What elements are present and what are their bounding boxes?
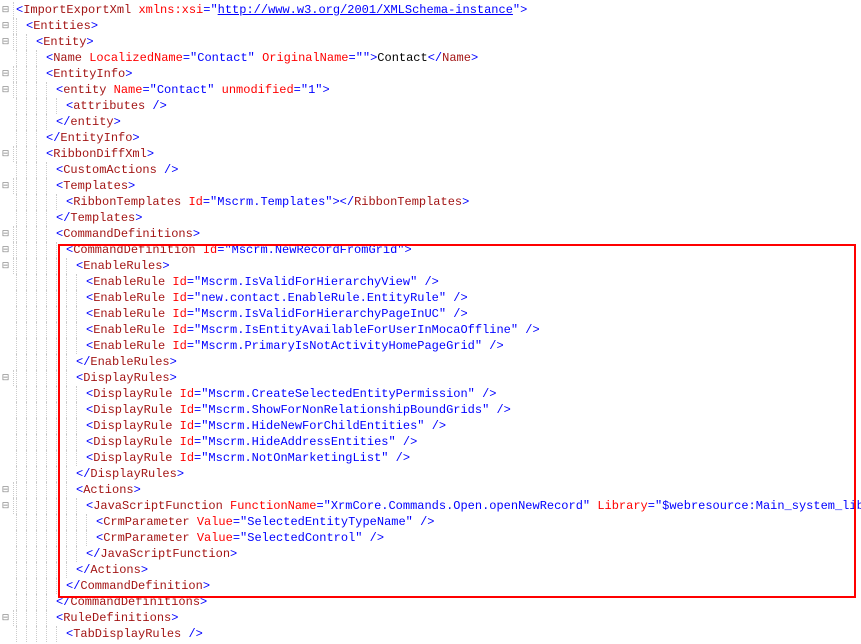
code-line: <DisplayRule Id="Mscrm.ShowForNonRelatio… <box>0 402 861 418</box>
code-line: <CustomActions /> <box>0 162 861 178</box>
code-line: <DisplayRule Id="Mscrm.CreateSelectedEnt… <box>0 386 861 402</box>
code-line: <EnableRule Id="Mscrm.IsEntityAvailableF… <box>0 322 861 338</box>
code-line: <EnableRule Id="Mscrm.IsValidForHierarch… <box>0 306 861 322</box>
code-line: ⊟<DisplayRules> <box>0 370 861 386</box>
code-line: <DisplayRule Id="Mscrm.HideAddressEntiti… <box>0 434 861 450</box>
code-line: </Actions> <box>0 562 861 578</box>
code-line: ⊟<Entities> <box>0 18 861 34</box>
code-line: <TabDisplayRules /> <box>0 626 861 642</box>
code-line: </CommandDefinition> <box>0 578 861 594</box>
code-line: ⊟<CommandDefinitions> <box>0 226 861 242</box>
code-line: <EnableRule Id="Mscrm.PrimaryIsNotActivi… <box>0 338 861 354</box>
code-line: <RibbonTemplates Id="Mscrm.Templates"></… <box>0 194 861 210</box>
fold-gutter[interactable]: ⊟ <box>0 178 14 194</box>
code-line: </CommandDefinitions> <box>0 594 861 610</box>
code-line: ⊟<ImportExportXml xmlns:xsi="http://www.… <box>0 2 861 18</box>
code-line: ⊟<EntityInfo> <box>0 66 861 82</box>
code-line: <EnableRule Id="Mscrm.IsValidForHierarch… <box>0 274 861 290</box>
code-line: </DisplayRules> <box>0 466 861 482</box>
code-line: ⊟<RibbonDiffXml> <box>0 146 861 162</box>
fold-gutter[interactable]: ⊟ <box>0 370 14 386</box>
code-line: ⊟<JavaScriptFunction FunctionName="XrmCo… <box>0 498 861 514</box>
code-line: </JavaScriptFunction> <box>0 546 861 562</box>
fold-gutter[interactable]: ⊟ <box>0 242 14 258</box>
fold-gutter[interactable]: ⊟ <box>0 482 14 498</box>
code-line: ⊟<Entity> <box>0 34 861 50</box>
fold-gutter[interactable]: ⊟ <box>0 226 14 242</box>
code-line: <CrmParameter Value="SelectedEntityTypeN… <box>0 514 861 530</box>
code-line: ⊟<entity Name="Contact" unmodified="1"> <box>0 82 861 98</box>
fold-gutter[interactable]: ⊟ <box>0 34 14 50</box>
fold-gutter[interactable]: ⊟ <box>0 66 14 82</box>
code-line: ⊟<RuleDefinitions> <box>0 610 861 626</box>
fold-gutter[interactable]: ⊟ <box>0 258 14 274</box>
code-line: </entity> <box>0 114 861 130</box>
xml-code-viewer: ⊟<ImportExportXml xmlns:xsi="http://www.… <box>0 2 861 642</box>
code-line: <attributes /> <box>0 98 861 114</box>
fold-gutter[interactable]: ⊟ <box>0 18 14 34</box>
code-line: <CrmParameter Value="SelectedControl" /> <box>0 530 861 546</box>
fold-gutter[interactable]: ⊟ <box>0 146 14 162</box>
code-line: ⊟<Actions> <box>0 482 861 498</box>
code-line: <DisplayRule Id="Mscrm.NotOnMarketingLis… <box>0 450 861 466</box>
code-line: <EnableRule Id="new.contact.EnableRule.E… <box>0 290 861 306</box>
code-line: ⊟<EnableRules> <box>0 258 861 274</box>
fold-gutter[interactable]: ⊟ <box>0 82 14 98</box>
code-line: </Templates> <box>0 210 861 226</box>
code-line: ⊟<CommandDefinition Id="Mscrm.NewRecordF… <box>0 242 861 258</box>
fold-gutter[interactable]: ⊟ <box>0 498 14 514</box>
fold-gutter[interactable]: ⊟ <box>0 2 14 18</box>
code-line: <DisplayRule Id="Mscrm.HideNewForChildEn… <box>0 418 861 434</box>
code-line: </EntityInfo> <box>0 130 861 146</box>
code-line: <Name LocalizedName="Contact" OriginalNa… <box>0 50 861 66</box>
fold-gutter[interactable]: ⊟ <box>0 610 14 626</box>
code-line: </EnableRules> <box>0 354 861 370</box>
code-line: ⊟<Templates> <box>0 178 861 194</box>
